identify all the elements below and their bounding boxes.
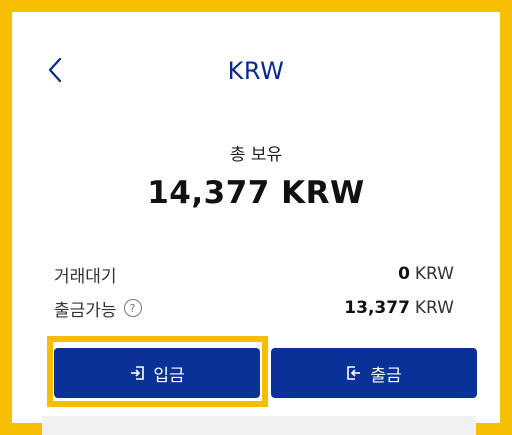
app-screen: KRW 총 보유 14,377 KRW 거래대기 0 KRW 출금가능 ? 13… bbox=[0, 0, 512, 435]
withdrawable-row: 출금가능 ? 13,377 KRW bbox=[54, 295, 454, 321]
withdrawable-unit: KRW bbox=[414, 298, 454, 318]
withdrawable-label: 출금가능 bbox=[54, 300, 117, 321]
deposit-button[interactable]: 입금 bbox=[54, 348, 260, 398]
withdrawable-label-group: 출금가능 ? bbox=[54, 296, 142, 321]
login-icon bbox=[131, 366, 145, 380]
withdraw-button[interactable]: 출금 bbox=[271, 348, 477, 398]
page-title: KRW bbox=[227, 57, 285, 85]
deposit-button-label: 입금 bbox=[153, 365, 185, 386]
header: KRW bbox=[24, 24, 488, 114]
pending-unit: KRW bbox=[414, 264, 454, 284]
withdrawable-amount: 13,377 bbox=[344, 298, 410, 318]
pending-label: 거래대기 bbox=[54, 266, 117, 287]
pending-amount: 0 bbox=[398, 264, 410, 284]
total-holdings-amount: 14,377 KRW bbox=[147, 175, 365, 211]
question-circle-icon[interactable]: ? bbox=[123, 299, 142, 317]
pending-value: 0 KRW bbox=[398, 264, 454, 284]
withdraw-button-label: 출금 bbox=[370, 365, 402, 386]
logout-icon bbox=[347, 366, 361, 380]
total-holdings-label: 총 보유 bbox=[229, 145, 283, 165]
withdrawable-value: 13,377 KRW bbox=[344, 298, 454, 318]
bottom-divider bbox=[42, 416, 476, 435]
pending-row: 거래대기 0 KRW bbox=[54, 261, 454, 287]
